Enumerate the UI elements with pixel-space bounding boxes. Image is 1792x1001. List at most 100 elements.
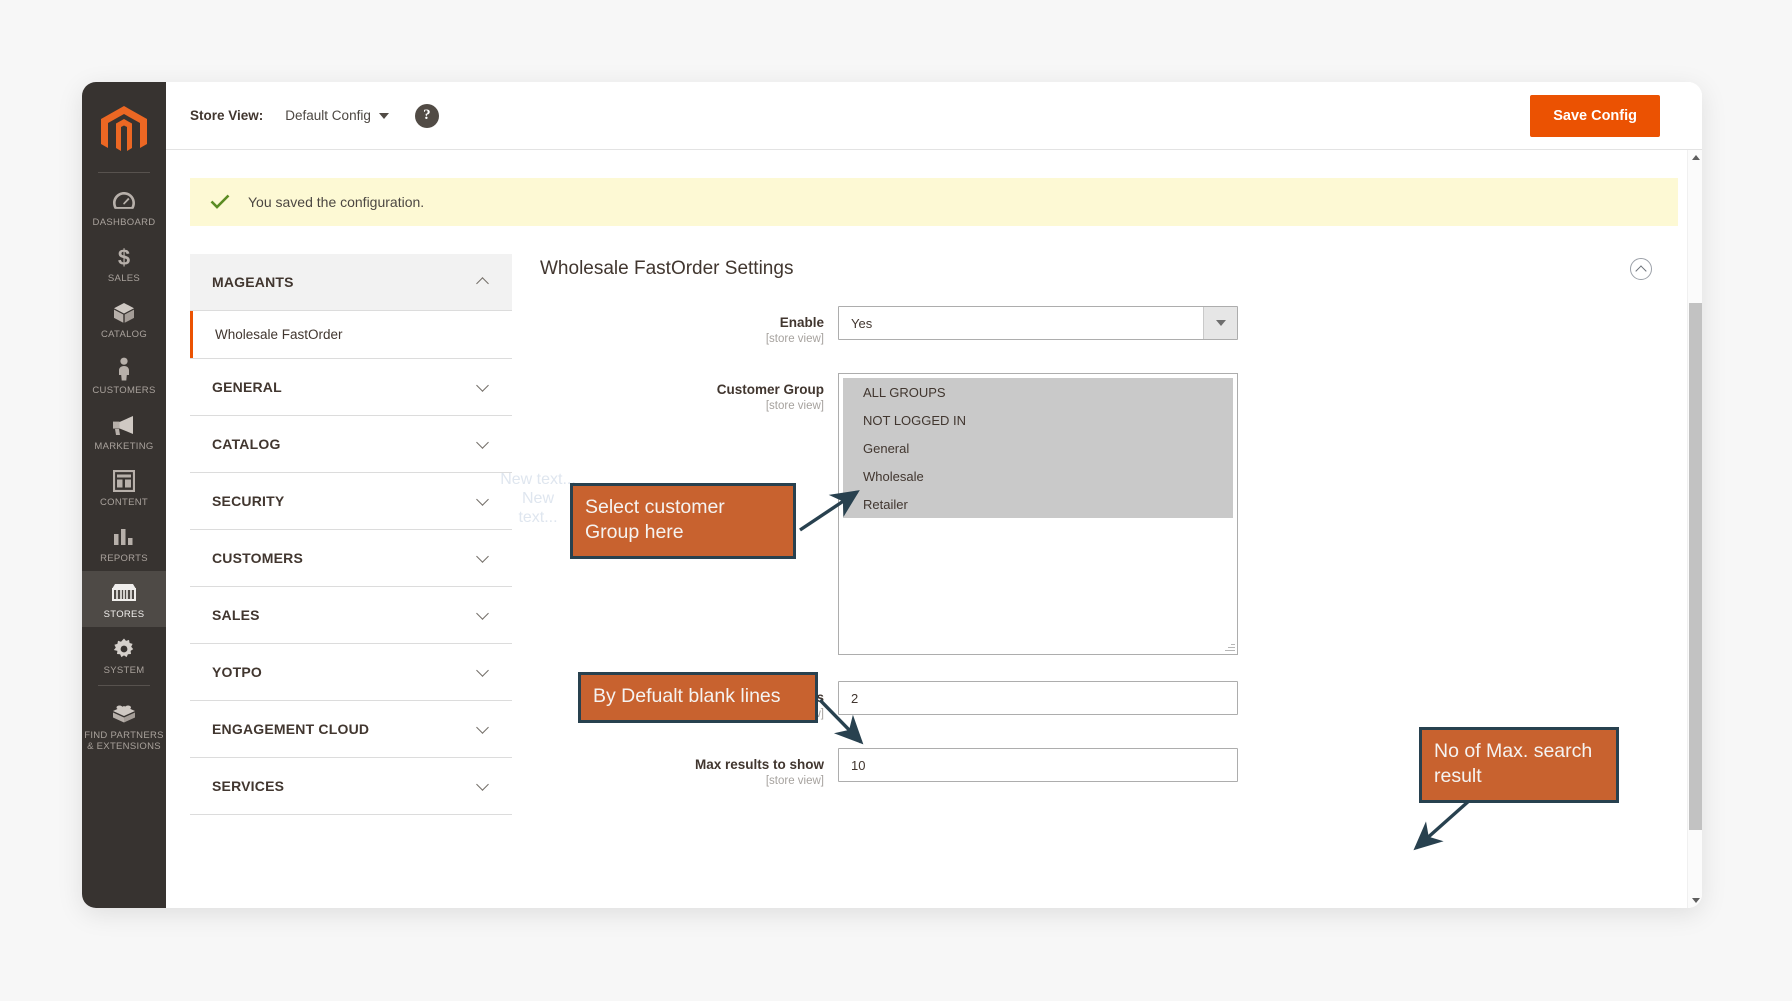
config-section-title: MAGEANTS — [212, 274, 294, 290]
bar-chart-icon — [84, 524, 164, 550]
list-item[interactable]: Retailer — [843, 490, 1233, 518]
config-item-wholesale-fastorder[interactable]: Wholesale FastOrder — [190, 311, 512, 358]
sidebar-item-catalog[interactable]: CATALOG — [82, 291, 166, 347]
save-config-button[interactable]: Save Config — [1530, 94, 1660, 137]
page-header: Store View: Default Config ? Save Config — [166, 82, 1702, 150]
field-label-text: Max results to show — [694, 757, 824, 772]
sidebar-item-label: CATALOG — [100, 329, 148, 340]
sidebar-item-customers[interactable]: CUSTOMERS — [82, 347, 166, 403]
sidebar-item-label: CUSTOMERS — [92, 385, 156, 396]
screenshot-stage: DASHBOARD $ SALES CATALOG CUSTOMERS MARK… — [0, 0, 1792, 1001]
annotation-select-customer-group[interactable]: Select customer Group here — [570, 483, 796, 559]
config-section-security[interactable]: SECURITY — [190, 473, 512, 530]
sidebar-item-label: DASHBOARD — [92, 217, 156, 228]
sidebar-item-reports[interactable]: REPORTS — [82, 515, 166, 571]
sidebar-item-sales[interactable]: $ SALES — [82, 235, 166, 291]
chevron-down-icon — [477, 611, 490, 620]
config-section-sales[interactable]: SALES — [190, 587, 512, 644]
dashboard-icon — [84, 188, 164, 214]
config-section-title: ENGAGEMENT CLOUD — [212, 721, 370, 737]
config-section-title: YOTPO — [212, 664, 263, 680]
success-message-text: You saved the configuration. — [248, 194, 425, 210]
sidebar-item-marketing[interactable]: MARKETING — [82, 403, 166, 459]
page-scrollbar[interactable] — [1687, 150, 1702, 908]
list-item[interactable]: General — [843, 434, 1233, 462]
extension-brick-icon — [84, 701, 164, 727]
config-section-title: SALES — [212, 607, 260, 623]
chevron-down-icon[interactable] — [1203, 307, 1237, 339]
person-icon — [84, 356, 164, 382]
sidebar-item-dashboard[interactable]: DASHBOARD — [82, 179, 166, 235]
sidebar-item-find-partners[interactable]: FIND PARTNERS & EXTENSIONS — [82, 692, 166, 759]
question-mark-icon[interactable]: ? — [414, 103, 439, 128]
store-view-label: Store View: — [190, 108, 264, 123]
resize-handle-icon[interactable] — [1224, 641, 1235, 652]
nav-divider — [98, 172, 150, 173]
chevron-down-icon — [477, 440, 490, 449]
field-control-default-lines — [838, 681, 1238, 715]
sidebar-item-system[interactable]: SYSTEM — [82, 627, 166, 683]
chevron-up-circle-icon[interactable] — [1630, 258, 1652, 280]
sidebar-item-label: REPORTS — [100, 553, 148, 564]
scroll-down-icon[interactable] — [1688, 893, 1702, 908]
max-results-input[interactable] — [838, 748, 1238, 782]
config-section-title: CATALOG — [212, 436, 281, 452]
check-icon — [210, 194, 230, 210]
field-control-enable: Yes — [838, 306, 1238, 340]
field-scope-text: [store view] — [765, 400, 824, 412]
field-control-customer-group: ALL GROUPS NOT LOGGED IN General Wholesa… — [838, 373, 1238, 655]
field-control-max-results — [838, 748, 1238, 782]
admin-sidebar: DASHBOARD $ SALES CATALOG CUSTOMERS MARK… — [82, 82, 166, 908]
config-section-title: CUSTOMERS — [212, 550, 303, 566]
config-nav: MAGEANTS Wholesale FastOrder GENERAL CAT… — [190, 254, 512, 815]
config-section-customers[interactable]: CUSTOMERS — [190, 530, 512, 587]
field-label-customer-group: Customer Group [store view] — [538, 373, 838, 414]
field-label-max-results: Max results to show [store view] — [538, 748, 838, 789]
field-enable: Enable [store view] Yes — [538, 306, 1678, 347]
page-title: Wholesale FastOrder Settings — [540, 258, 794, 279]
list-item[interactable]: Wholesale — [843, 462, 1233, 490]
field-scope-text: [store view] — [765, 333, 824, 345]
settings-section-header: Wholesale FastOrder Settings — [538, 254, 1678, 280]
svg-text:$: $ — [118, 245, 130, 269]
annotation-default-blank-lines[interactable]: By Defualt blank lines — [578, 672, 818, 723]
enable-select-value: Yes — [851, 315, 873, 331]
customer-group-multiselect[interactable]: ALL GROUPS NOT LOGGED IN General Wholesa… — [838, 373, 1238, 655]
chevron-down-icon — [477, 497, 490, 506]
field-label-text: Enable — [779, 315, 824, 330]
magento-logo-icon — [101, 106, 147, 151]
chevron-down-icon — [477, 725, 490, 734]
scroll-up-icon[interactable] — [1688, 150, 1702, 165]
chevron-up-icon — [477, 278, 490, 287]
dollar-icon: $ — [84, 244, 164, 270]
config-section-general[interactable]: GENERAL — [190, 359, 512, 416]
config-section-title: GENERAL — [212, 379, 282, 395]
sidebar-item-stores[interactable]: STORES — [82, 571, 166, 627]
sidebar-item-content[interactable]: CONTENT — [82, 459, 166, 515]
config-section-mageants-items: Wholesale FastOrder — [190, 311, 512, 359]
store-view-switcher[interactable]: Default Config — [285, 108, 389, 123]
config-section-services[interactable]: SERVICES — [190, 758, 512, 815]
config-section-catalog[interactable]: CATALOG — [190, 416, 512, 473]
sidebar-item-label: SYSTEM — [103, 665, 145, 676]
config-section-engagement-cloud[interactable]: ENGAGEMENT CLOUD — [190, 701, 512, 758]
chevron-down-icon — [477, 668, 490, 677]
default-lines-input[interactable] — [838, 681, 1238, 715]
sidebar-item-label: FIND PARTNERS & EXTENSIONS — [84, 730, 164, 752]
config-section-title: SERVICES — [212, 778, 285, 794]
nav-divider-2 — [98, 685, 150, 686]
annotation-max-search-result[interactable]: No of Max. search result — [1419, 727, 1619, 803]
enable-select[interactable]: Yes — [838, 306, 1238, 340]
config-section-yotpo[interactable]: YOTPO — [190, 644, 512, 701]
chevron-down-icon — [477, 554, 490, 563]
magento-logo[interactable] — [101, 96, 147, 170]
scrollbar-thumb[interactable] — [1689, 303, 1702, 830]
field-label-enable: Enable [store view] — [538, 306, 838, 347]
list-item[interactable]: NOT LOGGED IN — [843, 406, 1233, 434]
box-icon — [84, 300, 164, 326]
config-section-mageants[interactable]: MAGEANTS — [190, 254, 512, 311]
list-item[interactable]: ALL GROUPS — [843, 378, 1233, 406]
sidebar-item-label: MARKETING — [94, 441, 154, 452]
sidebar-item-label: CONTENT — [99, 497, 148, 508]
success-message: You saved the configuration. — [190, 178, 1678, 226]
